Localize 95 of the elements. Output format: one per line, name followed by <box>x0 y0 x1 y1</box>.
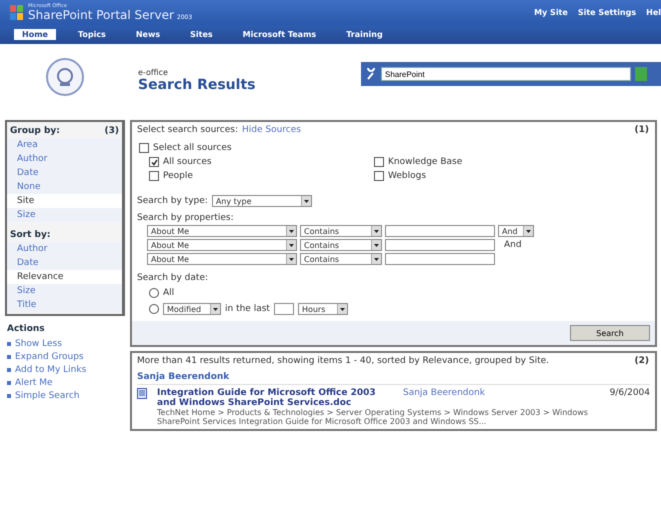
dropdown-arrow-icon <box>371 240 381 250</box>
nav-tab[interactable]: Sites <box>182 29 221 40</box>
sort-by-option[interactable]: Size <box>7 284 122 298</box>
site-name: e-office <box>138 68 169 77</box>
unit-select[interactable]: Hours <box>298 303 348 315</box>
operator-select[interactable]: Contains <box>300 239 382 251</box>
bullet-icon <box>7 394 11 398</box>
bullet-icon <box>7 342 11 346</box>
radio-button[interactable] <box>149 288 159 298</box>
result-title-link[interactable]: Integration Guide for Microsoft Office 2003 and Windows SharePoint Services.doc <box>157 388 397 408</box>
sort-by-heading: Sort by: <box>10 230 50 240</box>
nav-tab[interactable]: News <box>128 29 168 40</box>
nav-tab[interactable]: Training <box>338 29 391 40</box>
group-heading[interactable]: Sanja Beerendonk <box>137 372 650 385</box>
property-select[interactable]: About Me <box>147 253 297 265</box>
checkbox-label: Weblogs <box>388 171 426 181</box>
dropdown-arrow-icon <box>300 196 311 206</box>
nav-tab[interactable]: Microsoft Teams <box>234 29 324 40</box>
search-icon <box>367 68 377 80</box>
search-button[interactable]: Search <box>570 325 650 341</box>
page-title: Search Results <box>138 77 256 93</box>
panel-number-label: (2) <box>634 356 649 366</box>
result-date: 9/6/2004 <box>610 388 650 400</box>
action-link[interactable]: Show Less <box>15 338 62 348</box>
group-by-option[interactable]: Date <box>7 166 122 180</box>
group-by-count: (3) <box>104 126 119 136</box>
header-link[interactable]: Hel <box>646 8 661 17</box>
dropdown-arrow-icon <box>286 240 296 250</box>
group-by-option[interactable]: None <box>7 180 122 194</box>
checkbox[interactable] <box>149 157 159 167</box>
operator-select[interactable]: Contains <box>300 225 382 237</box>
nav-tab[interactable]: Home <box>14 29 56 40</box>
value-field[interactable] <box>385 253 495 265</box>
action-link[interactable]: Simple Search <box>15 390 80 400</box>
radio-label: All <box>163 288 174 298</box>
header-link[interactable]: Site Settings <box>578 8 636 17</box>
date-field-select[interactable]: Modified <box>163 303 221 315</box>
value-field[interactable] <box>385 225 495 237</box>
group-by-heading: Group by: <box>10 126 60 136</box>
group-by-option[interactable]: Author <box>7 152 122 166</box>
header-link[interactable]: My Site <box>534 8 568 17</box>
properties-label: Search by properties: <box>137 213 234 223</box>
group-by-option[interactable]: Size <box>7 208 122 222</box>
search-logo-icon <box>46 58 84 96</box>
action-link[interactable]: Alert Me <box>15 378 53 388</box>
joiner-select[interactable]: And <box>498 225 534 237</box>
nav-tab[interactable]: Topics <box>70 29 114 40</box>
dropdown-arrow-icon <box>286 254 296 264</box>
type-label: Search by type: <box>137 196 208 206</box>
office-logo-icon <box>10 4 24 20</box>
checkbox-label: All sources <box>163 157 212 167</box>
type-select[interactable]: Any type <box>212 195 312 207</box>
checkbox-label: Select all sources <box>153 143 232 153</box>
checkbox-label: Knowledge Base <box>388 157 462 167</box>
action-link[interactable]: Expand Groups <box>15 352 84 362</box>
radio-button[interactable] <box>149 304 159 314</box>
hide-sources-link[interactable]: Hide Sources <box>242 125 301 135</box>
bullet-icon <box>7 368 11 372</box>
group-by-option[interactable]: Site <box>7 194 122 208</box>
property-select[interactable]: About Me <box>147 239 297 251</box>
property-select[interactable]: About Me <box>147 225 297 237</box>
result-author-link[interactable]: Sanja Beerendonk <box>403 388 604 408</box>
amount-field[interactable] <box>274 303 294 315</box>
date-label: Search by date: <box>137 273 208 283</box>
action-link[interactable]: Add to My Links <box>15 364 86 374</box>
panel-number-label: (1) <box>634 125 649 135</box>
dropdown-arrow-icon <box>210 304 220 314</box>
value-field[interactable] <box>385 239 495 251</box>
bullet-icon <box>7 354 11 358</box>
bullet-icon <box>7 380 11 384</box>
checkbox[interactable] <box>139 143 149 153</box>
results-summary: More than 41 results returned, showing items 1 - 40, sorted by Relevance, grouped by Site. <box>137 356 549 366</box>
checkbox-label: People <box>163 171 193 181</box>
search-field[interactable]: SharePoint <box>381 67 631 81</box>
group-by-option[interactable]: Area <box>7 138 122 152</box>
brand-title: SharePoint Portal Server <box>28 8 174 22</box>
operator-select[interactable]: Contains <box>300 253 382 265</box>
sort-by-option[interactable]: Date <box>7 256 122 270</box>
dropdown-arrow-icon <box>336 304 347 314</box>
dropdown-arrow-icon <box>523 226 533 236</box>
actions-heading: Actions <box>7 324 46 334</box>
checkbox[interactable] <box>149 171 159 181</box>
sort-by-option[interactable]: Title <box>7 298 122 312</box>
dropdown-arrow-icon <box>286 226 296 236</box>
sort-by-option[interactable]: Author <box>7 242 122 256</box>
sort-by-option[interactable]: Relevance <box>7 270 122 284</box>
in-the-last-label: in the last <box>225 304 270 314</box>
checkbox[interactable] <box>374 171 384 181</box>
result-description: TechNet Home > Products & Technologies > Server Operating Systems > Windows Server 2003 > Windows SharePoint Services Integration Guide for Microsoft Office 2003 and Windows SS... <box>157 408 589 426</box>
sources-label: Select search sources: <box>137 125 238 135</box>
joiner-label: And <box>504 240 522 250</box>
dropdown-arrow-icon <box>371 254 381 264</box>
dropdown-arrow-icon <box>371 226 381 236</box>
word-document-icon <box>137 388 147 399</box>
checkbox[interactable] <box>374 157 384 167</box>
